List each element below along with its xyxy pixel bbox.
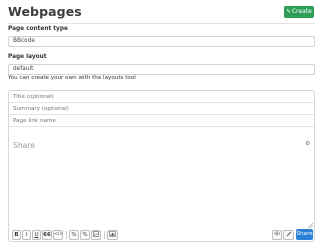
eye-icon-glyph bbox=[274, 231, 280, 236]
image-icon-glyph bbox=[93, 231, 99, 237]
italic-button[interactable]: I bbox=[22, 230, 31, 240]
layout-field[interactable]: default bbox=[8, 64, 315, 75]
unlink-icon[interactable]: % bbox=[80, 230, 90, 240]
layout-help-text: You can create your own with the layouts… bbox=[8, 75, 136, 81]
chart-icon-glyph bbox=[109, 231, 116, 237]
summary-input[interactable]: Summary (optional) bbox=[9, 103, 314, 115]
create-button-label: Create bbox=[291, 8, 312, 15]
toolbar-separator bbox=[66, 231, 67, 239]
editor-body-textarea[interactable]: Share bbox=[13, 141, 35, 150]
pencil-icon[interactable] bbox=[283, 230, 294, 240]
chart-icon[interactable] bbox=[107, 230, 118, 240]
bold-button[interactable]: B bbox=[12, 230, 21, 240]
content-type-label: Page content type bbox=[8, 26, 68, 32]
quote-button[interactable]: 66 bbox=[42, 230, 52, 240]
header-divider bbox=[8, 23, 315, 24]
link-icon[interactable]: % bbox=[69, 230, 79, 240]
image-icon[interactable] bbox=[91, 230, 101, 240]
editor-panel: Title (optional) Summary (optional) Page… bbox=[8, 90, 315, 242]
unlink-icon-glyph: % bbox=[82, 232, 88, 238]
toolbar-separator bbox=[104, 231, 105, 239]
pencil-icon-glyph bbox=[286, 231, 291, 237]
code-button[interactable]: </> bbox=[53, 230, 63, 240]
eye-icon[interactable] bbox=[272, 230, 282, 240]
create-button[interactable]: ✎Create bbox=[284, 6, 314, 18]
editor-toolbar: B I U 66 </> % % Share bbox=[9, 228, 314, 242]
page-title: Webpages bbox=[8, 4, 82, 19]
share-button[interactable]: Share bbox=[296, 229, 313, 240]
link-icon-glyph: % bbox=[71, 232, 77, 238]
pencil-square-icon: ✎ bbox=[286, 9, 291, 15]
content-type-field[interactable]: BBcode bbox=[8, 36, 315, 47]
layout-label: Page layout bbox=[8, 54, 47, 60]
underline-button[interactable]: U bbox=[32, 230, 41, 240]
page-link-input[interactable]: Page link name bbox=[9, 115, 314, 127]
title-input[interactable]: Title (optional) bbox=[9, 91, 314, 103]
page-header: Webpages ✎Create bbox=[0, 0, 320, 25]
gear-icon[interactable]: ⚙ bbox=[305, 140, 310, 147]
